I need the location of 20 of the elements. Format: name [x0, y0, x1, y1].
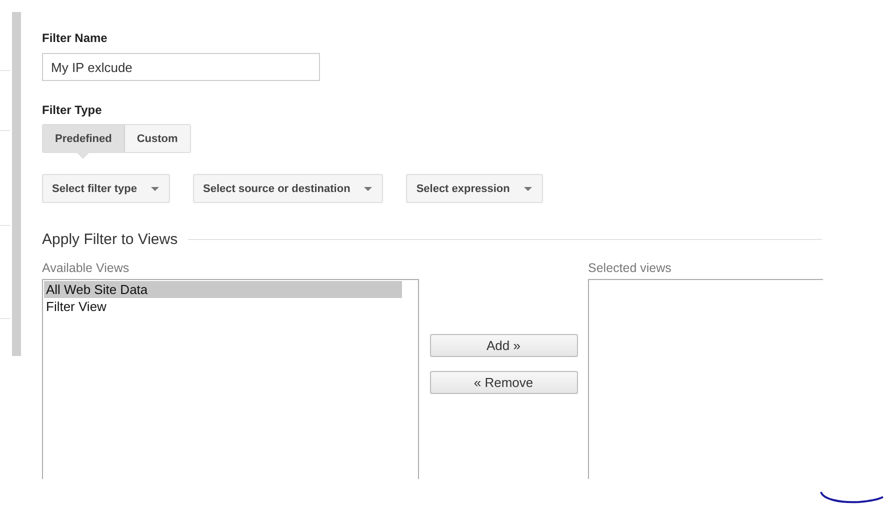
selected-views-label: Selected views [588, 261, 672, 277]
scrollbar[interactable] [12, 12, 21, 356]
remove-button[interactable]: « Remove [430, 371, 578, 394]
filter-type-tab[interactable]: Custom [124, 125, 190, 152]
filter-type-label: Filter Type [42, 103, 102, 118]
view-item[interactable]: Filter View [44, 298, 402, 315]
section-title: Apply Filter to Views [42, 231, 178, 248]
dropdown[interactable]: Select expression [406, 174, 543, 203]
caret-icon [364, 186, 372, 190]
selected-views-list[interactable] [588, 279, 823, 479]
filter-name-field[interactable]: My IP exlcude [42, 53, 320, 81]
available-views-list[interactable]: All Web Site Data Filter View [42, 279, 419, 479]
dropdown[interactable]: Select source or destination [192, 174, 384, 203]
caret-icon [524, 186, 532, 190]
dropdown[interactable]: Select filter type [42, 174, 170, 203]
available-views-label: Available Views [42, 261, 130, 277]
filter-name-label: Filter Name [42, 31, 108, 46]
add-button[interactable]: Add » [430, 334, 578, 357]
caret-icon [150, 186, 159, 190]
view-item[interactable]: All Web Site Data [44, 281, 402, 298]
